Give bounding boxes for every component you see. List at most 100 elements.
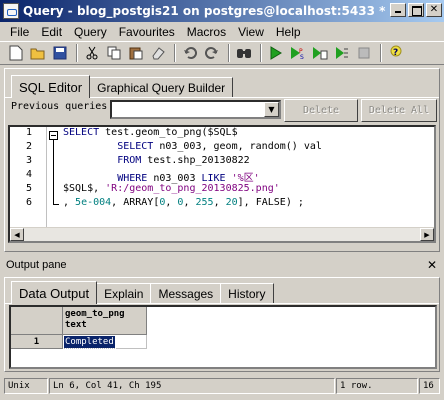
output-tabs: Data Output Explain Messages History	[11, 280, 274, 304]
help-icon[interactable]: ?	[386, 43, 406, 63]
toolbar-separator	[380, 44, 382, 62]
delete-all-button[interactable]: Delete All	[361, 99, 437, 122]
tab-history[interactable]: History	[220, 283, 274, 303]
status-cursor-position: Ln 6, Col 41, Ch 195	[49, 378, 335, 394]
chevron-down-icon[interactable]: ▼	[264, 102, 279, 117]
table-cell[interactable]: Completed	[63, 335, 147, 349]
sql-keyword: SELECT	[117, 141, 154, 152]
code-token: n03_003, geom, random() val	[153, 141, 322, 152]
toolbar-separator	[174, 44, 176, 62]
close-button[interactable]: ✕	[426, 3, 442, 17]
pgadmin-query-icon	[3, 3, 19, 19]
maximize-button[interactable]	[408, 3, 424, 17]
status-bar: Unix Ln 6, Col 41, Ch 195 1 row. 16	[0, 376, 444, 396]
menu-query[interactable]: Query	[68, 25, 113, 39]
line-number-gutter: 1 2 3 4 5 6	[10, 127, 47, 241]
new-icon[interactable]	[6, 43, 26, 63]
toolbar-separator	[260, 44, 262, 62]
sql-keyword: FROM	[117, 155, 142, 166]
tab-data-output[interactable]: Data Output	[11, 281, 98, 304]
tab-explain[interactable]: Explain	[96, 283, 152, 303]
code-line: SELECT test.geom_to_png($SQL$	[63, 127, 238, 138]
column-type: text	[65, 320, 87, 330]
execute-to-file-icon[interactable]	[310, 43, 330, 63]
sql-panel: SQL Editor Graphical Query Builder Previ…	[4, 68, 440, 252]
code-token: ], FALSE) ;	[237, 197, 304, 208]
scroll-right-icon[interactable]: ▶	[420, 228, 434, 241]
code-line: FROM test.shp_20130822	[63, 155, 250, 166]
fold-guide	[53, 140, 54, 204]
undo-icon[interactable]	[180, 43, 200, 63]
code-line: , 5e-004, ARRAY[0, 0, 255, 20], FALSE) ;	[63, 197, 304, 208]
line-number: 4	[25, 169, 32, 180]
code-line: WHERE n03_003 LIKE '%区'	[63, 169, 259, 184]
window-title: Query - blog_postgis21 on postgres@local…	[23, 4, 386, 18]
paste-icon[interactable]	[126, 43, 146, 63]
column-header[interactable]: geom_to_png text	[63, 307, 147, 335]
line-number: 1	[25, 127, 32, 138]
clear-icon[interactable]	[148, 43, 168, 63]
sql-editor[interactable]: 1 2 3 4 5 6 SELECT test.geom_to_png($SQL…	[8, 125, 436, 243]
code-token: test.shp_20130822	[141, 155, 250, 166]
toolbar-separator	[228, 44, 230, 62]
row-header[interactable]: 1	[11, 335, 63, 349]
output-panel: Data Output Explain Messages History geo…	[4, 277, 440, 372]
code-token: ,	[213, 197, 226, 208]
execute-icon[interactable]	[266, 43, 286, 63]
copy-icon[interactable]	[104, 43, 124, 63]
close-icon[interactable]: ✕	[427, 258, 437, 272]
horizontal-scrollbar[interactable]: ◀ ▶	[10, 227, 434, 241]
sql-number: 20	[225, 197, 238, 208]
menu-help[interactable]: Help	[270, 25, 307, 39]
code-line: $SQL$, 'R:/geom_to_png_20130825.png'	[63, 183, 280, 194]
data-grid[interactable]: geom_to_png text 1 Completed	[9, 305, 437, 369]
output-pane-header: Output pane	[6, 259, 67, 271]
minimize-button[interactable]	[390, 3, 406, 17]
delete-button[interactable]: Delete	[284, 99, 358, 122]
svg-text:?: ?	[393, 48, 398, 58]
scroll-left-icon[interactable]: ◀	[10, 228, 24, 241]
cancel-icon[interactable]	[354, 43, 374, 63]
sql-tabs: SQL Editor Graphical Query Builder	[11, 74, 234, 98]
window-controls: ✕	[390, 3, 442, 17]
menu-file[interactable]: File	[4, 25, 35, 39]
title-bar: Query - blog_postgis21 on postgres@local…	[0, 0, 444, 22]
menu-edit[interactable]: Edit	[35, 25, 68, 39]
save-icon[interactable]	[50, 43, 70, 63]
line-number: 3	[25, 155, 32, 166]
fold-guide-end	[53, 204, 59, 205]
status-time: 16	[419, 378, 440, 394]
tab-messages[interactable]: Messages	[150, 283, 222, 303]
menu-favourites[interactable]: Favourites	[113, 25, 181, 39]
previous-queries-select[interactable]: ▼	[110, 100, 281, 119]
code-token: ,	[183, 197, 196, 208]
code-token: test.geom_to_png($SQL$	[99, 127, 238, 138]
menu-macros[interactable]: Macros	[181, 25, 232, 39]
toolbar-separator	[76, 44, 78, 62]
status-row-count: 1 row.	[336, 378, 418, 394]
code-token: $SQL$,	[63, 183, 106, 194]
open-icon[interactable]	[28, 43, 48, 63]
sql-keyword: SELECT	[63, 127, 100, 138]
line-number: 2	[25, 141, 32, 152]
execute-pgscript-icon[interactable]: PS	[288, 43, 308, 63]
status-encoding: Unix	[4, 378, 48, 394]
svg-text:S: S	[300, 54, 304, 60]
explain-icon[interactable]	[332, 43, 352, 63]
menu-bar: File Edit Query Favourites Macros View H…	[0, 22, 444, 41]
column-name: geom_to_png	[65, 309, 125, 319]
find-icon[interactable]	[234, 43, 254, 63]
cut-icon[interactable]	[82, 43, 102, 63]
fold-toggle-icon[interactable]	[49, 131, 58, 140]
previous-queries-label: Previous queries	[11, 101, 108, 112]
sql-number: 255	[195, 197, 214, 208]
tab-graphical-query-builder[interactable]: Graphical Query Builder	[89, 77, 234, 97]
menu-view[interactable]: View	[232, 25, 270, 39]
tab-sql-editor[interactable]: SQL Editor	[11, 75, 91, 98]
grid-corner[interactable]	[11, 307, 63, 335]
cell-value: Completed	[63, 335, 116, 349]
line-number: 5	[25, 183, 32, 194]
redo-icon[interactable]	[202, 43, 222, 63]
